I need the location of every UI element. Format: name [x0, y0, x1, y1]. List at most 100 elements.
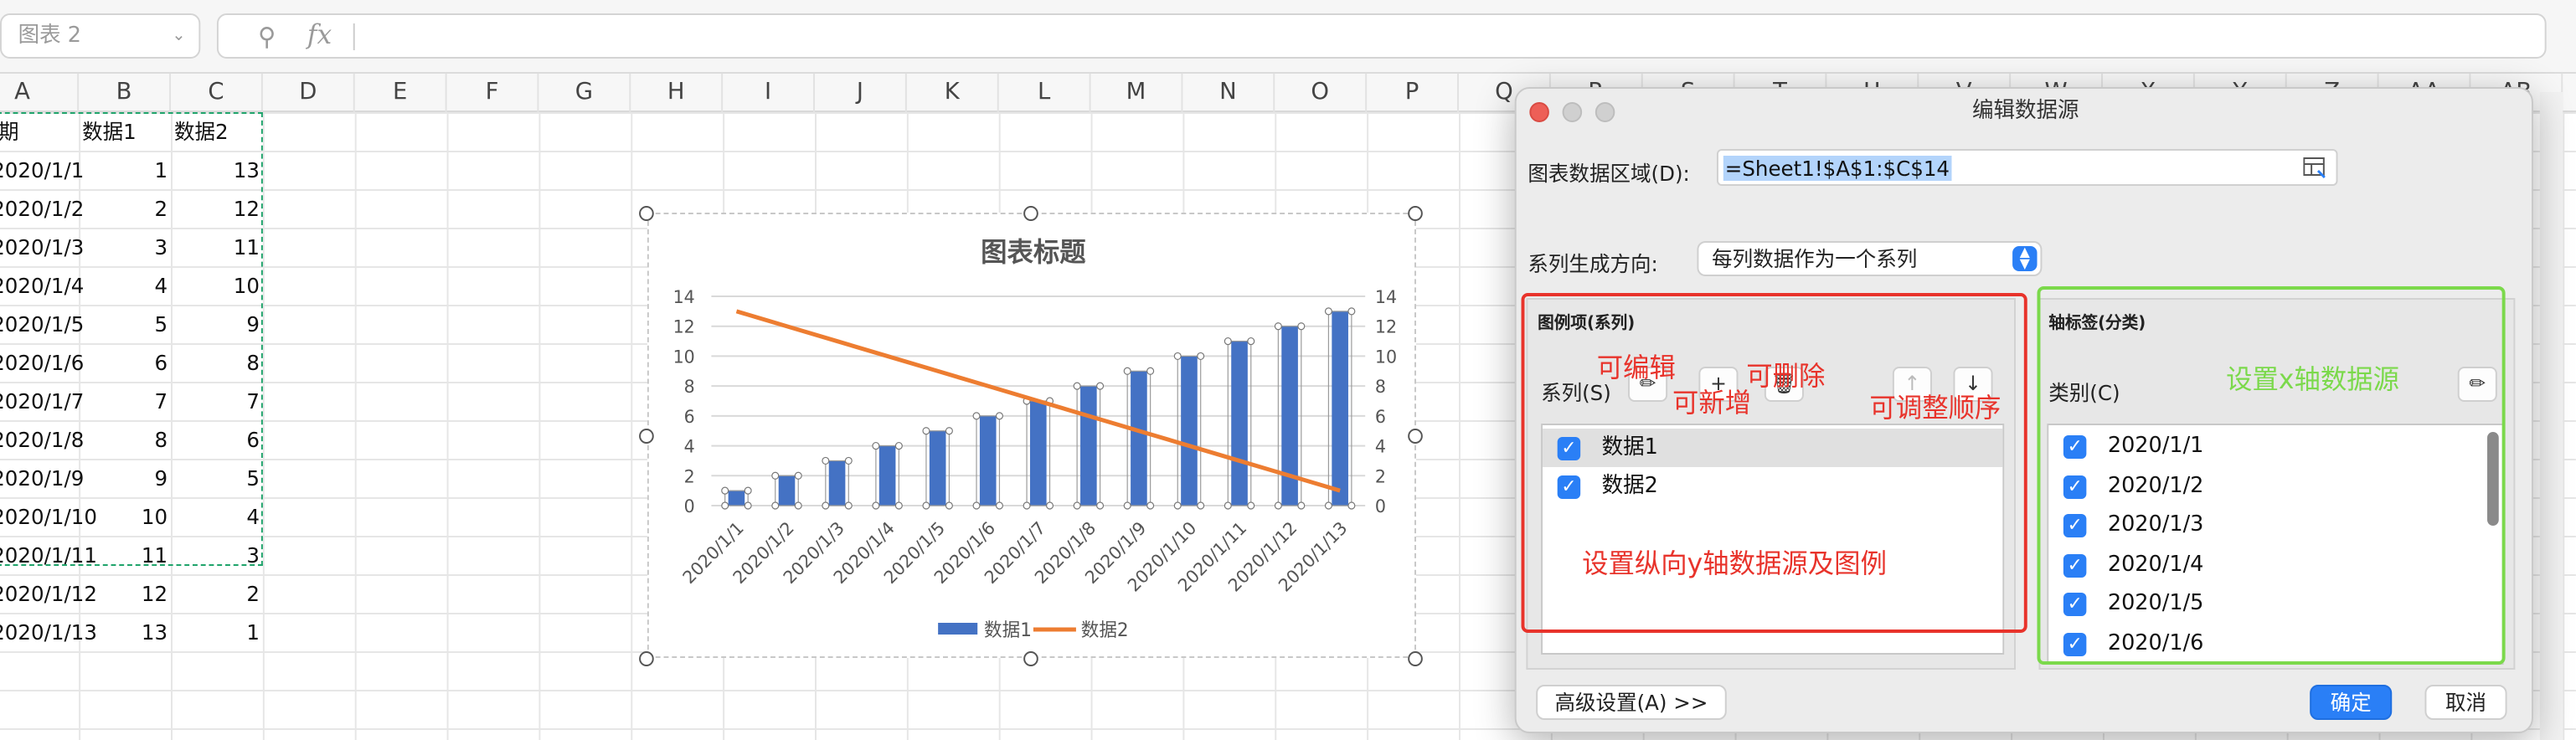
bar-selection-dot: [922, 501, 930, 510]
column-header-cell[interactable]: I: [723, 74, 816, 112]
bar-selection-dot: [922, 427, 930, 435]
grid-line: [262, 112, 265, 740]
y-tick-label-left: 14: [673, 287, 695, 307]
table-cell[interactable]: 13: [79, 613, 167, 651]
bar-selection-dot: [1146, 367, 1155, 375]
y-tick-label-right: 4: [1375, 436, 1386, 456]
annotation-x-axis: 设置x轴数据源: [2226, 363, 2400, 395]
column-header-cell[interactable]: L: [999, 74, 1091, 112]
bar-selection-dot: [995, 412, 1003, 420]
bar-selection-dot: [1274, 501, 1282, 510]
annotation-reorder: 可调整顺序: [1869, 392, 2002, 424]
resize-handle[interactable]: [1408, 429, 1423, 444]
minimize-button[interactable]: [1562, 102, 1583, 122]
column-header-cell[interactable]: F: [447, 74, 539, 112]
name-box[interactable]: 图表 2 ⌄: [0, 13, 201, 59]
resize-handle[interactable]: [639, 206, 654, 221]
bar-selection-dot: [1274, 322, 1282, 331]
zoom-button[interactable]: [1595, 102, 1615, 122]
column-header-cell[interactable]: A: [0, 74, 80, 112]
search-icon[interactable]: ⚲: [258, 22, 276, 52]
vertical-scrollbar[interactable]: [2539, 92, 2563, 740]
y-tick-label-right: 6: [1375, 407, 1386, 427]
resize-handle[interactable]: [1408, 206, 1423, 221]
table-cell[interactable]: 12: [79, 574, 167, 613]
y-tick-label-left: 10: [673, 347, 695, 367]
ok-button[interactable]: 确定: [2310, 685, 2393, 720]
y-tick-label-left: 0: [684, 496, 695, 516]
column-header-cell[interactable]: H: [631, 74, 724, 112]
bar[interactable]: [728, 491, 745, 506]
selection-range: [0, 112, 263, 566]
fx-icon[interactable]: fx: [307, 18, 332, 50]
grid-line: [446, 112, 449, 740]
bar[interactable]: [929, 430, 946, 506]
legend-label: 数据1: [984, 620, 1032, 641]
advanced-settings-button[interactable]: 高级设置(A) >>: [1536, 685, 1727, 720]
column-header-cell[interactable]: D: [263, 74, 355, 112]
y-tick-label-right: 8: [1375, 377, 1386, 397]
column-header-cell[interactable]: N: [1182, 74, 1275, 112]
bar[interactable]: [828, 460, 846, 506]
column-header-cell[interactable]: E: [355, 74, 447, 112]
annotation-box-axis: [2037, 286, 2506, 665]
formula-input[interactable]: ⚲ fx: [216, 13, 2547, 59]
resize-handle[interactable]: [1408, 651, 1423, 666]
cancel-button[interactable]: 取消: [2424, 685, 2507, 720]
chevron-down-icon[interactable]: ⌄: [172, 15, 185, 57]
bar-selection-dot: [721, 486, 729, 495]
bar-selection-dot: [771, 471, 780, 480]
column-header-cell[interactable]: O: [1275, 74, 1368, 112]
legend-swatch-bar: [938, 623, 978, 635]
bar-selection-dot: [872, 441, 880, 450]
resize-handle[interactable]: [1023, 206, 1038, 221]
range-picker-icon[interactable]: [2303, 157, 2326, 179]
bar[interactable]: [1332, 311, 1348, 506]
table-cell[interactable]: 2: [171, 574, 260, 613]
table-cell[interactable]: 2020/1/13: [0, 613, 97, 651]
bar[interactable]: [1131, 371, 1147, 506]
bar-selection-dot: [872, 501, 880, 510]
y-tick-label-right: 0: [1375, 496, 1386, 516]
bar[interactable]: [778, 475, 796, 506]
bar[interactable]: [1231, 341, 1248, 506]
resize-handle[interactable]: [639, 651, 654, 666]
table-cell[interactable]: 1: [171, 613, 260, 651]
bar[interactable]: [1029, 401, 1047, 506]
range-value: =Sheet1!$A$1:$C$14: [1723, 156, 1952, 181]
bar[interactable]: [1181, 356, 1198, 506]
y-tick-label-left: 4: [684, 436, 695, 456]
bar-selection-dot: [894, 501, 903, 510]
range-input[interactable]: =Sheet1!$A$1:$C$14: [1716, 149, 2338, 186]
annotation-add: 可新增: [1672, 387, 1752, 419]
bar[interactable]: [1080, 386, 1097, 506]
resize-handle[interactable]: [1023, 651, 1038, 666]
bar-selection-dot: [1347, 307, 1356, 316]
column-header-cell[interactable]: K: [907, 74, 999, 112]
chart-object[interactable]: 图表标题 0 0 2 2 4 4 6 6 8 8 10 10 12 12 14 14 2020/1/1 2020/1…: [647, 213, 1416, 658]
bar-selection-dot: [1123, 501, 1131, 510]
bar-selection-dot: [1247, 337, 1255, 346]
bar-selection-dot: [1096, 382, 1105, 390]
bar-selection-dot: [1324, 501, 1332, 510]
close-button[interactable]: [1529, 102, 1549, 122]
bar-selection-dot: [1224, 501, 1232, 510]
chart-title[interactable]: 图表标题: [981, 238, 1086, 268]
grid-line: [1458, 112, 1461, 740]
bar-selection-dot: [744, 501, 752, 510]
column-header-cell[interactable]: G: [538, 74, 631, 112]
direction-select[interactable]: 每列数据作为一个系列 ▲ ▼: [1697, 241, 2043, 276]
bar[interactable]: [979, 415, 997, 506]
column-header-cell[interactable]: P: [1367, 74, 1459, 112]
resize-handle[interactable]: [639, 429, 654, 444]
column-header-cell[interactable]: M: [1091, 74, 1183, 112]
column-header-cell[interactable]: C: [171, 74, 263, 112]
bar-selection-dot: [1197, 352, 1205, 361]
updown-chevron-icon[interactable]: ▲ ▼: [2012, 245, 2038, 271]
bar[interactable]: [878, 445, 896, 506]
column-header-cell[interactable]: J: [815, 74, 907, 112]
legend-label: 数据2: [1081, 620, 1129, 641]
bar-selection-dot: [744, 486, 752, 495]
table-cell[interactable]: 2020/1/12: [0, 574, 97, 613]
column-header-cell[interactable]: B: [79, 74, 172, 112]
